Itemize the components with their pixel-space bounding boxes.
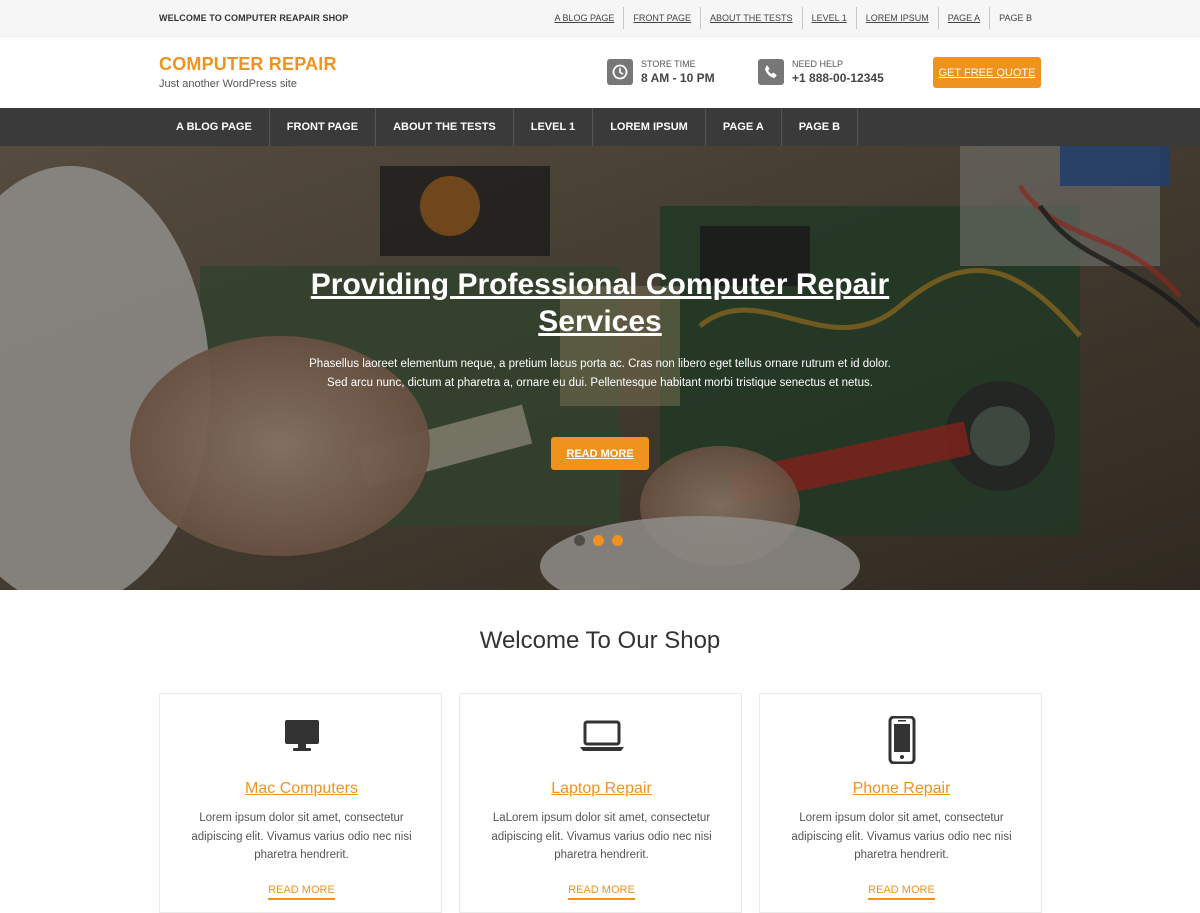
top-link-page-b[interactable]: PAGE B [989,7,1041,29]
store-time-info: STORE TIME 8 AM - 10 PM [607,58,715,86]
service-card-title[interactable]: Phone Repair [760,780,1043,798]
phone-icon [760,716,1043,764]
top-link-front-page[interactable]: FRONT PAGE [623,7,700,29]
slider-dot-2[interactable] [593,535,604,546]
phone-number[interactable]: +1 888-00-12345 [792,70,884,86]
store-time-value: 8 AM - 10 PM [641,71,715,85]
laptop-icon [460,716,743,754]
service-card: Phone Repair Lorem ipsum dolor sit amet,… [759,693,1042,913]
top-bar: WELCOME TO COMPUTER REAPAIR SHOP A BLOG … [0,0,1200,37]
site-header: COMPUTER REPAIR Just another WordPress s… [0,37,1200,108]
service-card-text: Lorem ipsum dolor sit amet, consectetur … [191,812,412,861]
hero-slider: Providing Professional Computer Repair S… [0,146,1200,590]
hero-title[interactable]: Providing Professional Computer Repair S… [300,266,900,340]
nav-item-front-page[interactable]: FRONT PAGE [270,108,377,146]
top-link-blog-page[interactable]: A BLOG PAGE [545,7,623,29]
top-link-lorem-ipsum[interactable]: LOREM IPSUM [855,7,938,29]
store-time-label: STORE TIME [641,59,696,69]
need-help-label: NEED HELP [792,59,844,69]
top-link-page-a[interactable]: PAGE A [937,7,989,29]
service-card-title[interactable]: Mac Computers [160,780,443,798]
section-title: Welcome To Our Shop [479,627,721,654]
site-title[interactable]: COMPUTER REPAIR [159,54,337,75]
service-card: Laptop Repair LaLorem ipsum dolor sit am… [459,693,742,913]
need-help-info: NEED HELP +1 888-00-12345 [758,58,884,86]
phone-handset-icon [758,59,784,85]
top-link-level-1[interactable]: LEVEL 1 [801,7,856,29]
service-card-read-more[interactable]: READ MORE [568,884,635,900]
service-card-text: Lorem ipsum dolor sit amet, consectetur … [791,812,1012,861]
main-nav: A BLOG PAGE FRONT PAGE ABOUT THE TESTS L… [0,108,1200,146]
service-card-read-more[interactable]: READ MORE [868,884,935,900]
nav-item-about-the-tests[interactable]: ABOUT THE TESTS [376,108,514,146]
top-links: A BLOG PAGE FRONT PAGE ABOUT THE TESTS L… [545,7,1041,29]
top-link-about-the-tests[interactable]: ABOUT THE TESTS [700,7,802,29]
site-tagline: Just another WordPress site [159,78,297,90]
slider-dot-1[interactable] [574,535,585,546]
slider-dots [574,535,631,546]
welcome-text: WELCOME TO COMPUTER REAPAIR SHOP [159,13,349,23]
service-card-title[interactable]: Laptop Repair [460,780,743,798]
nav-item-page-b[interactable]: PAGE B [782,108,859,146]
nav-item-blog-page[interactable]: A BLOG PAGE [159,108,270,146]
service-card-read-more[interactable]: READ MORE [268,884,335,900]
hero-read-more-button[interactable]: READ MORE [551,437,649,470]
slider-dot-3[interactable] [612,535,623,546]
service-card: Mac Computers Lorem ipsum dolor sit amet… [159,693,442,913]
hero-description: Phasellus laoreet elementum neque, a pre… [309,358,891,389]
clock-icon [607,59,633,85]
nav-item-level-1[interactable]: LEVEL 1 [514,108,594,146]
nav-item-page-a[interactable]: PAGE A [706,108,782,146]
monitor-icon [160,716,443,754]
get-free-quote-button[interactable]: GET FREE QUOTE [933,57,1041,88]
service-card-text: LaLorem ipsum dolor sit amet, consectetu… [491,812,712,861]
nav-item-lorem-ipsum[interactable]: LOREM IPSUM [593,108,706,146]
